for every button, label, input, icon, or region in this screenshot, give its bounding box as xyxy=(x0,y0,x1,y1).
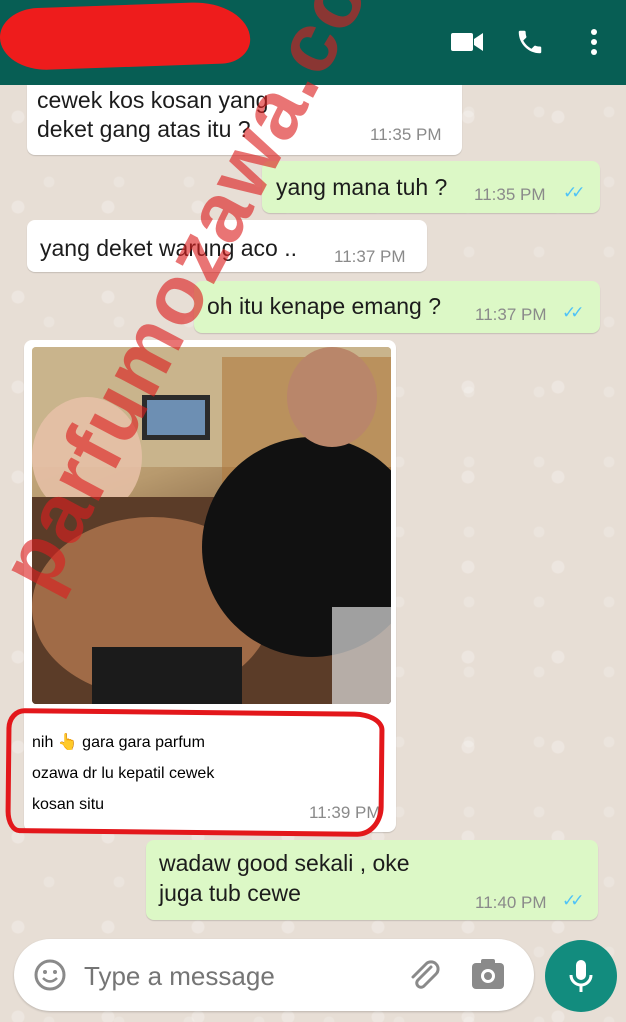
mic-button[interactable] xyxy=(545,940,617,1012)
message-time: 11:37 PM xyxy=(475,305,547,324)
message-time: 11:40 PM xyxy=(475,893,547,912)
emoji-icon[interactable] xyxy=(34,959,66,996)
message-text: juga tub cewe xyxy=(159,880,301,906)
redacted-contact-name xyxy=(0,0,252,72)
video-call-icon[interactable] xyxy=(447,26,487,58)
message-text: oh itu kenape emang ? xyxy=(207,293,442,319)
camera-icon[interactable] xyxy=(470,957,506,996)
message-composer xyxy=(14,939,534,1011)
message-bubble-outgoing[interactable]: wadaw good sekali , oke juga tub cewe 11… xyxy=(146,840,598,920)
message-text: wadaw good sekali , oke xyxy=(159,850,410,876)
read-receipt-icon: ✓✓ xyxy=(562,303,584,322)
message-bubble-outgoing[interactable]: oh itu kenape emang ? 11:37 PM ✓✓ xyxy=(194,281,600,333)
message-input[interactable] xyxy=(82,953,386,999)
read-receipt-icon: ✓✓ xyxy=(562,891,584,910)
message-time: 11:37 PM xyxy=(334,247,406,266)
mic-icon xyxy=(569,960,593,992)
message-text: yang mana tuh ? xyxy=(276,174,448,200)
message-time: 11:35 PM xyxy=(474,185,546,204)
message-bubble-outgoing[interactable]: yang mana tuh ? 11:35 PM ✓✓ xyxy=(262,161,600,213)
paperclip-icon[interactable] xyxy=(407,955,441,998)
message-time: 11:35 PM xyxy=(370,125,442,144)
red-highlight-annotation xyxy=(5,708,385,837)
read-receipt-icon: ✓✓ xyxy=(563,183,585,202)
phone-icon[interactable] xyxy=(510,26,550,58)
more-vert-icon[interactable] xyxy=(574,26,614,58)
